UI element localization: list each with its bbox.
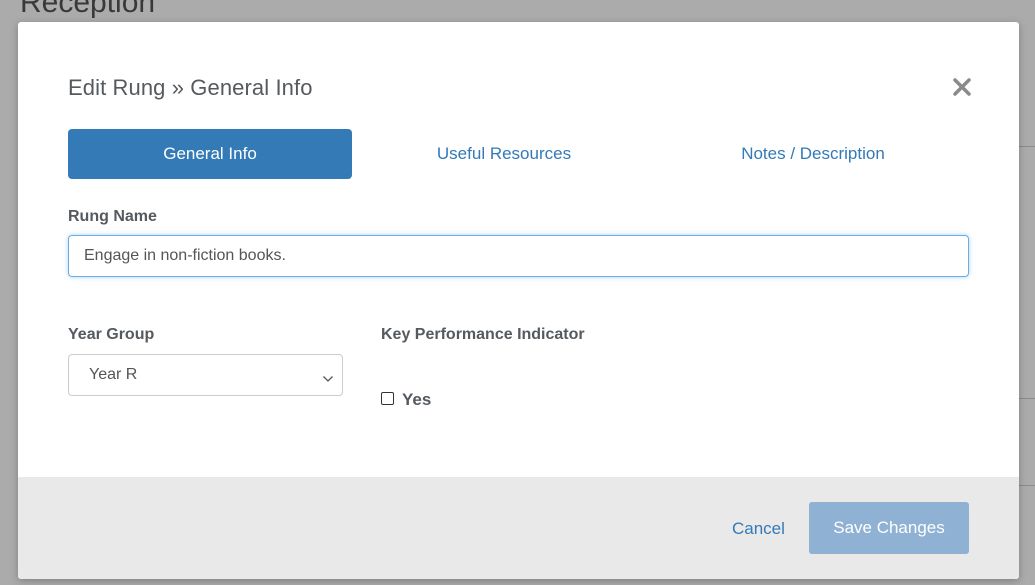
kpi-checkbox-label[interactable]: Yes	[402, 390, 431, 410]
kpi-label: Key Performance Indicator	[381, 326, 585, 343]
year-group-selected-value: Year R	[89, 366, 138, 383]
year-group-label: Year Group	[68, 326, 155, 343]
modal-footer: Cancel Save Changes	[18, 477, 1019, 579]
year-group-select[interactable]: Year R	[68, 354, 343, 396]
modal-title: Edit Rung » General Info	[68, 75, 313, 100]
rung-name-input[interactable]	[68, 235, 969, 277]
tab-useful-resources[interactable]: Useful Resources	[362, 129, 646, 179]
modal-tabs: General Info Useful Resources Notes / De…	[68, 129, 968, 179]
rung-name-label: Rung Name	[68, 208, 157, 225]
kpi-checkbox[interactable]	[381, 392, 394, 405]
edit-rung-modal: Edit Rung » General Info General Info Us…	[18, 22, 1019, 579]
close-button[interactable]	[949, 74, 975, 100]
tab-notes-description[interactable]: Notes / Description	[668, 129, 958, 179]
save-changes-button[interactable]: Save Changes	[809, 502, 969, 554]
tab-general-info[interactable]: General Info	[68, 129, 352, 179]
chevron-down-icon	[322, 370, 334, 388]
close-icon	[949, 74, 975, 100]
cancel-button[interactable]: Cancel	[732, 519, 785, 539]
